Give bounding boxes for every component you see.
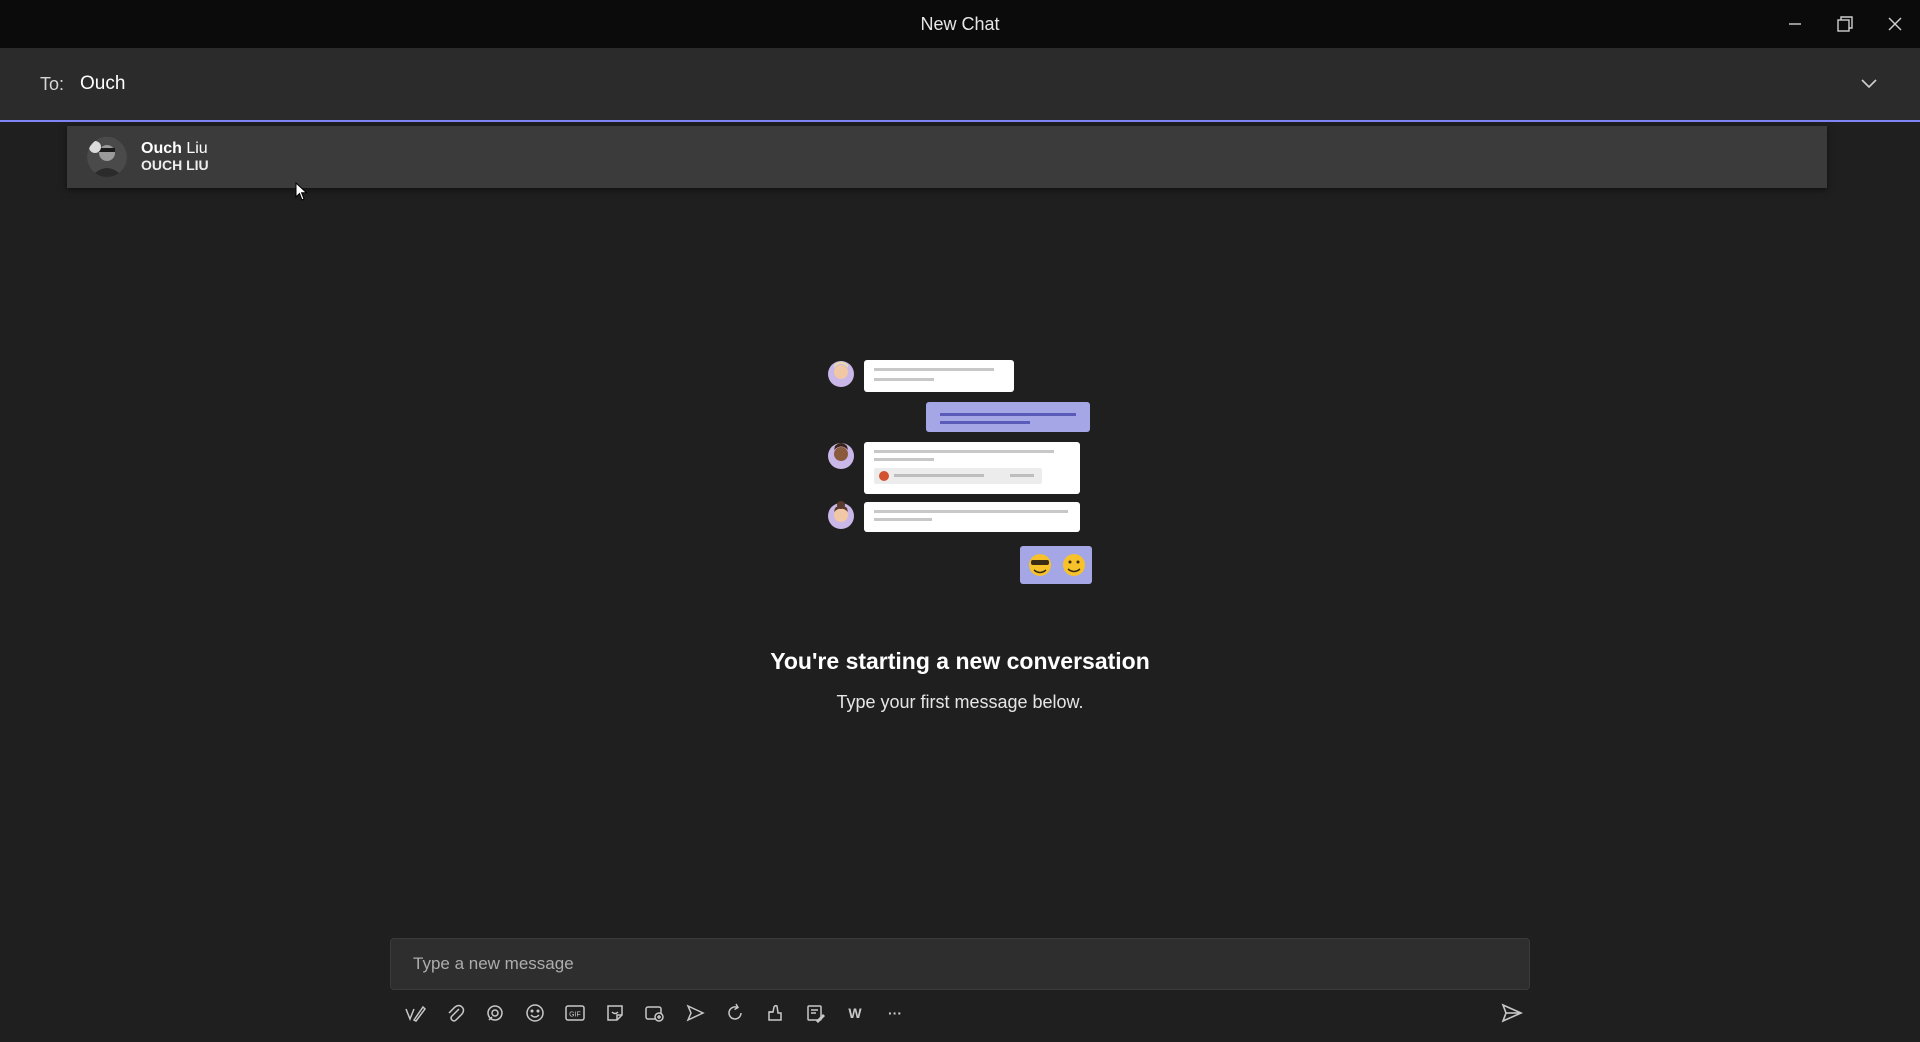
people-suggestion-item[interactable]: Ouch Liu OUCH LIU <box>67 126 1827 188</box>
empty-state-subtitle: Type your first message below. <box>836 692 1084 712</box>
minimize-button[interactable] <box>1770 0 1820 48</box>
suggestion-name-rest: Liu <box>181 140 208 157</box>
emoji-icon <box>526 1004 544 1022</box>
chevron-down-icon <box>1861 79 1877 89</box>
schedule-button[interactable] <box>755 996 795 1030</box>
praise-button[interactable] <box>715 996 755 1030</box>
sticker-button[interactable] <box>595 996 635 1030</box>
send-button[interactable] <box>1492 996 1532 1030</box>
suggestion-name: Ouch Liu <box>141 140 209 157</box>
title-bar: New Chat <box>0 0 1920 48</box>
compose-toolbar: GIF W ··· <box>395 996 915 1030</box>
wiki-button[interactable]: W <box>835 996 875 1030</box>
stream-icon <box>686 1004 705 1022</box>
send-icon <box>1501 1003 1523 1023</box>
expand-recipients-button[interactable] <box>1860 76 1878 94</box>
more-icon: ··· <box>888 1005 902 1021</box>
message-composer <box>390 938 1530 990</box>
wiki-icon: W <box>848 1005 862 1021</box>
emoji-button[interactable] <box>515 996 555 1030</box>
more-options-button[interactable]: ··· <box>875 996 915 1030</box>
approvals-button[interactable] <box>795 996 835 1030</box>
window-controls <box>1770 0 1920 48</box>
sticker-icon <box>607 1005 623 1021</box>
meet-now-button[interactable] <box>635 996 675 1030</box>
loop-icon <box>487 1005 503 1021</box>
gif-button[interactable]: GIF <box>555 996 595 1030</box>
new-conversation-illustration <box>828 360 1092 584</box>
attach-icon <box>448 1004 465 1022</box>
mouse-cursor-icon <box>295 182 308 201</box>
close-icon <box>1888 17 1902 31</box>
avatar <box>87 137 127 177</box>
stream-button[interactable] <box>675 996 715 1030</box>
empty-state-title: You're starting a new conversation <box>770 648 1150 674</box>
restore-icon <box>1837 16 1853 32</box>
format-icon <box>405 1005 426 1022</box>
praise-icon <box>728 1003 742 1020</box>
window-title: New Chat <box>920 13 1000 34</box>
format-button[interactable] <box>395 996 435 1030</box>
gif-icon: GIF <box>565 1005 585 1021</box>
suggestion-subtitle: OUCH LIU <box>141 157 209 173</box>
meet-now-icon <box>645 1006 664 1022</box>
approvals-icon <box>807 1005 825 1023</box>
minimize-icon <box>1789 23 1801 25</box>
recipient-input[interactable] <box>78 72 1783 96</box>
to-label: To: <box>40 73 65 94</box>
message-input[interactable] <box>411 953 1495 975</box>
attach-button[interactable] <box>435 996 475 1030</box>
suggestion-name-match: Ouch <box>141 140 182 157</box>
to-bar: To: <box>0 48 1920 122</box>
restore-button[interactable] <box>1820 0 1870 48</box>
schedule-icon <box>768 1004 782 1021</box>
close-button[interactable] <box>1870 0 1920 48</box>
loop-button[interactable] <box>475 996 515 1030</box>
suggestion-names: Ouch Liu OUCH LIU <box>141 140 209 174</box>
svg-text:GIF: GIF <box>569 1012 581 1019</box>
